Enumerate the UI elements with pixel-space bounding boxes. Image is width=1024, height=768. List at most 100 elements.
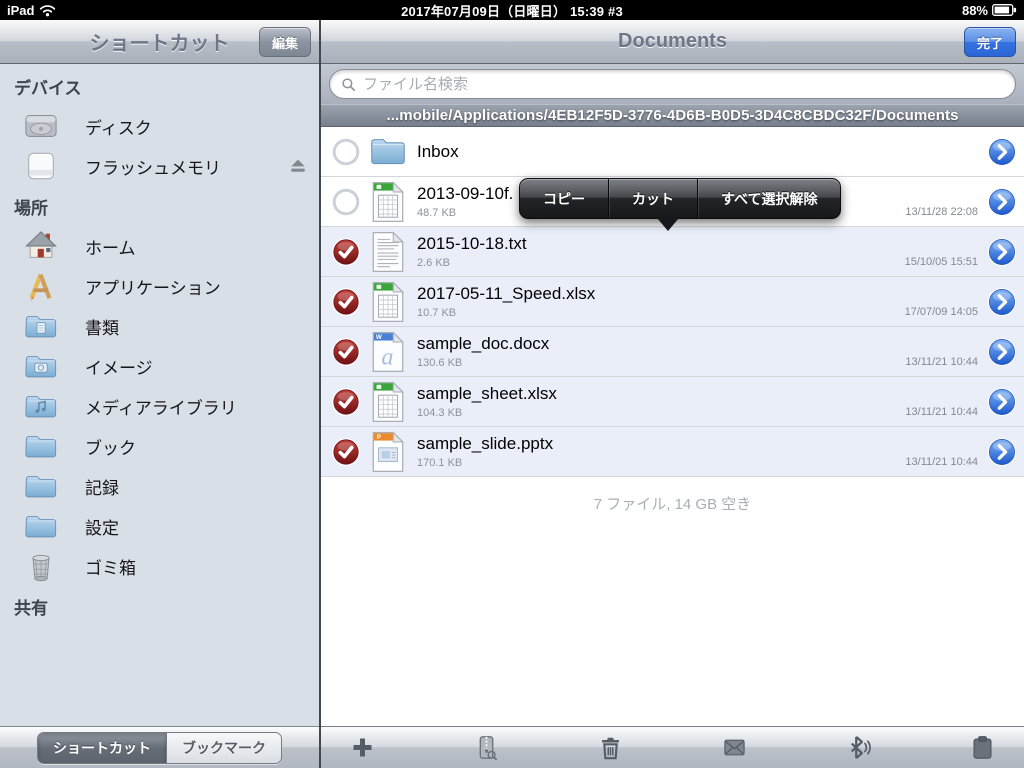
file-row[interactable]: 2017-05-11_Speed.xlsx 10.7 KB 17/07/09 1…	[321, 277, 1024, 327]
file-row[interactable]: sample_slide.pptx 170.1 KB 13/11/21 10:4…	[321, 427, 1024, 477]
main-header: Documents 完了	[321, 20, 1024, 64]
done-button[interactable]: 完了	[963, 27, 1016, 57]
file-select-checkbox[interactable]	[331, 237, 361, 267]
main-panel: Documents 完了 ...mobile/Applications/4EB1…	[321, 20, 1024, 768]
flash-icon	[24, 149, 58, 183]
sidebar-item-label: 設定	[85, 518, 119, 538]
bottom-toolbar	[321, 726, 1024, 768]
sidebar-item-records[interactable]: 記録	[0, 466, 319, 506]
folder-doc-icon	[24, 309, 58, 343]
context-menu-arrow	[657, 218, 679, 231]
eject-icon[interactable]	[289, 157, 307, 174]
battery-percent: 88%	[961, 2, 988, 18]
apps-icon	[24, 269, 58, 303]
checked-badge-icon	[331, 237, 361, 267]
bluetooth-button[interactable]	[842, 731, 876, 765]
unchecked-circle-icon	[331, 187, 361, 217]
file-row[interactable]: sample_sheet.xlsx 104.3 KB 13/11/21 10:4…	[321, 377, 1024, 427]
sidebar-item-label: 書類	[85, 318, 119, 338]
search-input[interactable]	[363, 75, 1004, 93]
file-date: 13/11/28 22:08	[905, 206, 978, 218]
home-icon	[24, 229, 58, 263]
disclosure-button[interactable]	[987, 187, 1017, 217]
tab-shortcuts[interactable]: ショートカット	[38, 732, 166, 763]
pptx-file-icon	[370, 431, 406, 473]
checked-badge-icon	[331, 337, 361, 367]
sidebar-item-label: メディアライブラリ	[85, 398, 237, 418]
delete-button[interactable]	[593, 731, 627, 765]
disclosure-button[interactable]	[987, 287, 1017, 317]
sidebar-item-disk[interactable]: ディスク	[0, 106, 319, 146]
sidebar-item-images[interactable]: イメージ	[0, 346, 319, 386]
context-menu-item-2[interactable]: すべて選択解除	[697, 179, 840, 218]
sidebar-item-media-library[interactable]: メディアライブラリ	[0, 386, 319, 426]
sidebar-item-label: ホーム	[85, 238, 136, 258]
sidebar-item-trash[interactable]: ゴミ箱	[0, 546, 319, 586]
mail-button[interactable]	[718, 731, 752, 765]
file-date: 17/07/09 14:05	[904, 306, 978, 318]
disclosure-button[interactable]	[987, 387, 1017, 417]
disclosure-button[interactable]	[987, 437, 1017, 467]
file-row[interactable]: sample_doc.docx 130.6 KB 13/11/21 10:44	[321, 327, 1024, 377]
context-menu-item-1[interactable]: カット	[608, 179, 697, 218]
unchecked-circle-icon	[331, 137, 361, 167]
sidebar-item-flash-memory[interactable]: フラッシュメモリ	[0, 146, 319, 186]
carrier-label: iPad	[7, 2, 35, 18]
sidebar-section-devices: デバイス	[0, 66, 319, 106]
mail-icon	[721, 734, 748, 761]
checked-badge-icon	[331, 287, 361, 317]
zip-button[interactable]	[469, 731, 503, 765]
disclosure-button[interactable]	[987, 237, 1017, 267]
file-select-checkbox[interactable]	[331, 187, 361, 217]
add-button[interactable]	[345, 731, 379, 765]
folder-icon	[24, 509, 58, 543]
context-menu-item-0[interactable]: コピー	[520, 179, 608, 218]
file-row[interactable]: Inbox	[321, 127, 1024, 177]
folder-icon	[24, 429, 58, 463]
tab-bookmarks[interactable]: ブックマーク	[166, 732, 281, 763]
file-select-checkbox[interactable]	[331, 387, 361, 417]
tab-label: ブックマーク	[182, 739, 266, 756]
file-name: sample_slide.pptx	[417, 434, 554, 453]
file-select-checkbox[interactable]	[331, 337, 361, 367]
file-select-checkbox[interactable]	[331, 437, 361, 467]
docx-file-icon	[370, 331, 406, 373]
file-row[interactable]: 2015-10-18.txt 2.6 KB 15/10/05 15:51	[321, 227, 1024, 277]
sidebar-footer: ショートカット ブックマーク	[0, 726, 319, 768]
sidebar-item-label: アプリケーション	[85, 278, 221, 298]
file-date: 15/10/05 15:51	[904, 256, 978, 268]
wifi-icon	[39, 4, 56, 17]
sidebar-item-applications[interactable]: アプリケーション	[0, 266, 319, 306]
sidebar-item-label: ブック	[85, 438, 136, 458]
paste-button[interactable]	[966, 731, 1000, 765]
file-select-checkbox[interactable]	[331, 137, 361, 167]
paste-icon	[969, 734, 996, 761]
file-name: 2015-10-18.txt	[417, 234, 527, 253]
file-select-checkbox[interactable]	[331, 287, 361, 317]
disclosure-button[interactable]	[987, 337, 1017, 367]
file-date: 13/11/21 10:44	[905, 456, 978, 468]
bluetooth-icon	[845, 734, 872, 761]
search-field[interactable]	[329, 69, 1016, 99]
sidebar-item-settings[interactable]: 設定	[0, 506, 319, 546]
sidebar-section-label: デバイス	[14, 78, 82, 98]
sidebar-item-home[interactable]: ホーム	[0, 226, 319, 266]
context-menu: コピー カット すべて選択解除	[519, 178, 842, 231]
sidebar-list: デバイス ディスク フラッシュメモリ 場所 ホーム アプリケーション 書類 イメ…	[0, 64, 319, 726]
sidebar-item-label: ゴミ箱	[85, 558, 136, 578]
sidebar-item-books[interactable]: ブック	[0, 426, 319, 466]
file-date: 13/11/21 10:44	[905, 356, 978, 368]
sidebar-item-documents[interactable]: 書類	[0, 306, 319, 346]
sidebar-section-shared: 共有	[0, 586, 319, 626]
file-name: Inbox	[417, 141, 459, 161]
folder-camera-icon	[24, 349, 58, 383]
checked-badge-icon	[331, 387, 361, 417]
edit-button[interactable]: 編集	[258, 27, 311, 57]
folder-music-icon	[24, 389, 58, 423]
status-bar: iPad 2017年07月09日（日曜日） 15:39 #3 88%	[0, 0, 1024, 20]
txt-file-icon	[370, 231, 406, 273]
disclosure-button[interactable]	[987, 137, 1017, 167]
sidebar-item-label: 記録	[85, 478, 119, 498]
breadcrumb-path: ...mobile/Applications/4EB12F5D-3776-4D6…	[321, 104, 1024, 127]
delete-icon	[597, 734, 624, 761]
